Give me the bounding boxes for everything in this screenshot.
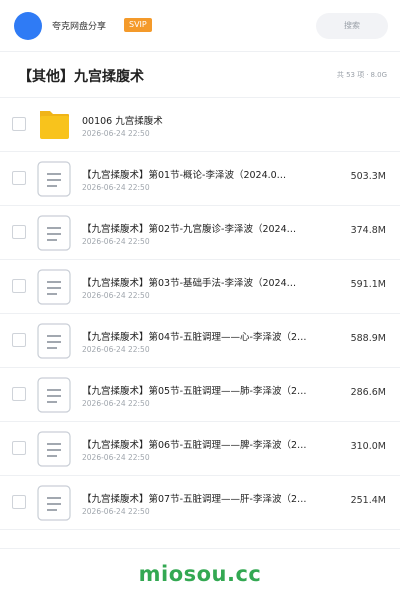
select-checkbox[interactable] [12, 225, 26, 239]
file-size: 591.1M [350, 279, 386, 290]
file-date: 2026-06-24 22:50 [82, 345, 150, 354]
file-list: 00106 九宫揉腹术 2026-06-24 22:50 【九宫揉腹术】第01节… [0, 98, 400, 530]
video-file-icon [37, 161, 71, 197]
list-item[interactable]: 00106 九宫揉腹术 2026-06-24 22:50 [0, 98, 400, 152]
video-file-icon [37, 485, 71, 521]
top-bar: 夸克网盘分享 SVIP 搜索 [0, 0, 400, 52]
list-item[interactable]: 【九宫揉腹术】第04节-五脏调理——心-李泽波（2… 2026-06-24 22… [0, 314, 400, 368]
folder-icon [40, 111, 69, 139]
file-name: 【九宫揉腹术】第03节-基础手法-李泽波（2024… [82, 278, 297, 289]
list-item[interactable]: 【九宫揉腹术】第07节-五脏调理——肝-李泽波（2… 2026-06-24 22… [0, 476, 400, 530]
watermark: miosou.cc [138, 562, 262, 586]
file-size: 503.3M [350, 171, 386, 182]
folder-size: 8.0G [370, 71, 387, 79]
file-size: 374.8M [350, 225, 386, 236]
file-date: 2026-06-24 22:50 [82, 183, 150, 192]
folder-meta: 共 53 项 · 8.0G [336, 70, 388, 80]
list-item[interactable]: 【九宫揉腹术】第02节-九宫腹诊-李泽波（2024… 2026-06-24 22… [0, 206, 400, 260]
file-date: 2026-06-24 22:50 [82, 453, 150, 462]
file-name: 【九宫揉腹术】第04节-五脏调理——心-李泽波（2… [82, 332, 307, 343]
file-name: 【九宫揉腹术】第02节-九宫腹诊-李泽波（2024… [82, 224, 297, 235]
select-checkbox[interactable] [12, 441, 26, 455]
file-size: 588.9M [350, 333, 386, 344]
video-file-icon [37, 377, 71, 413]
file-size: 286.6M [350, 387, 386, 398]
file-size: 251.4M [350, 495, 386, 506]
list-item[interactable]: 【九宫揉腹术】第01节-概论-李泽波（2024.0… 2026-06-24 22… [0, 152, 400, 206]
user-name[interactable]: 夸克网盘分享 [52, 19, 106, 32]
video-file-icon [37, 269, 71, 305]
list-item[interactable]: 【九宫揉腹术】第06节-五脏调理——脾-李泽波（2… 2026-06-24 22… [0, 422, 400, 476]
file-date: 2026-06-24 22:50 [82, 291, 150, 300]
list-item[interactable]: 【九宫揉腹术】第03节-基础手法-李泽波（2024… 2026-06-24 22… [0, 260, 400, 314]
meta-separator: · [366, 71, 369, 79]
select-checkbox[interactable] [12, 495, 26, 509]
select-checkbox[interactable] [12, 387, 26, 401]
select-checkbox[interactable] [12, 279, 26, 293]
file-date: 2026-06-24 22:50 [82, 129, 150, 138]
file-date: 2026-06-24 22:50 [82, 237, 150, 246]
page-title: 【其他】九宫揉腹术 [18, 69, 144, 85]
file-size: 310.0M [350, 441, 386, 452]
select-checkbox[interactable] [12, 171, 26, 185]
video-file-icon [37, 215, 71, 251]
list-item[interactable]: 【九宫揉腹术】第05节-五脏调理——肺-李泽波（2… 2026-06-24 22… [0, 368, 400, 422]
file-name: 【九宫揉腹术】第05节-五脏调理——肺-李泽波（2… [82, 386, 307, 397]
avatar[interactable] [14, 12, 42, 40]
file-name: 【九宫揉腹术】第01节-概论-李泽波（2024.0… [82, 170, 287, 181]
search-input[interactable]: 搜索 [316, 13, 388, 39]
file-date: 2026-06-24 22:50 [82, 399, 150, 408]
file-date: 2026-06-24 22:50 [82, 507, 150, 516]
file-name: 00106 九宫揉腹术 [82, 116, 163, 127]
select-checkbox[interactable] [12, 117, 26, 131]
video-file-icon [37, 431, 71, 467]
svip-badge: SVIP [124, 18, 152, 32]
video-file-icon [37, 323, 71, 359]
folder-header: 【其他】九宫揉腹术 共 53 项 · 8.0G [0, 52, 400, 98]
file-name: 【九宫揉腹术】第06节-五脏调理——脾-李泽波（2… [82, 440, 307, 451]
file-name: 【九宫揉腹术】第07节-五脏调理——肝-李泽波（2… [82, 494, 307, 505]
item-count: 共 53 项 [336, 71, 365, 79]
select-checkbox[interactable] [12, 333, 26, 347]
